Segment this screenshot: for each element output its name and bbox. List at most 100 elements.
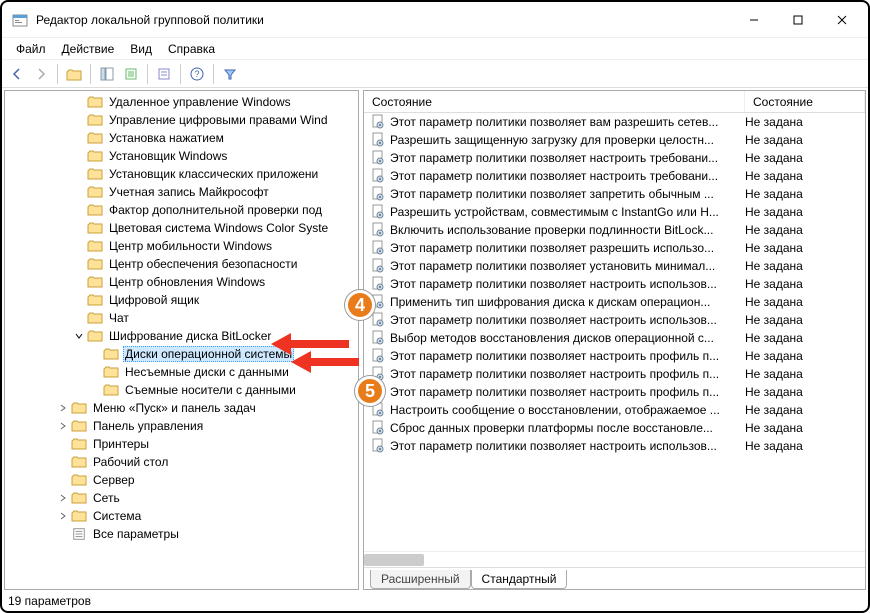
tree-item-label: Сервер	[91, 473, 137, 487]
policy-state: Не задана	[745, 367, 865, 381]
policy-tree[interactable]: Удаленное управление WindowsУправление ц…	[5, 91, 358, 543]
folder-icon	[71, 473, 87, 487]
toggle-spacer	[73, 96, 85, 108]
tree-item[interactable]: Фактор дополнительной проверки под	[5, 201, 358, 219]
horizontal-scrollbar[interactable]	[364, 551, 865, 567]
tree-item[interactable]: Удаленное управление Windows	[5, 93, 358, 111]
tree-item[interactable]: Система	[5, 507, 358, 525]
tree-item[interactable]: Центр мобильности Windows	[5, 237, 358, 255]
list-item[interactable]: Этот параметр политики позволяет установ…	[364, 257, 865, 275]
policy-state: Не задана	[745, 133, 865, 147]
filter-button[interactable]	[219, 63, 241, 85]
policy-list[interactable]: Этот параметр политики позволяет вам раз…	[364, 113, 865, 551]
policy-state: Не задана	[745, 295, 865, 309]
toggle-spacer	[89, 348, 101, 360]
list-item[interactable]: Этот параметр политики позволяет настрои…	[364, 383, 865, 401]
tree-item[interactable]: Меню «Пуск» и панель задач	[5, 399, 358, 417]
list-item[interactable]: Разрешить устройствам, совместимым с Ins…	[364, 203, 865, 221]
list-item[interactable]: Этот параметр политики позволяет запрети…	[364, 185, 865, 203]
list-header[interactable]: Состояние Состояние	[364, 91, 865, 113]
expand-icon[interactable]	[57, 402, 69, 414]
tree-item[interactable]: Принтеры	[5, 435, 358, 453]
show-hide-tree-button[interactable]	[96, 63, 118, 85]
tree-item[interactable]: Установщик классических приложени	[5, 165, 358, 183]
list-item[interactable]: Выбор методов восстановления дисков опер…	[364, 329, 865, 347]
up-button[interactable]	[63, 63, 85, 85]
list-item[interactable]: Этот параметр политики позволяет настрои…	[364, 347, 865, 365]
policy-icon	[370, 222, 386, 238]
toggle-spacer	[73, 186, 85, 198]
tree-item[interactable]: Установка нажатием	[5, 129, 358, 147]
expand-icon[interactable]	[57, 492, 69, 504]
expand-icon[interactable]	[57, 420, 69, 432]
policy-state: Не задана	[745, 205, 865, 219]
help-button[interactable]: ?	[186, 63, 208, 85]
list-item[interactable]: Этот параметр политики позволяет настрои…	[364, 365, 865, 383]
list-item[interactable]: Этот параметр политики позволяет настрои…	[364, 149, 865, 167]
folder-icon	[103, 347, 119, 361]
collapse-icon[interactable]	[73, 330, 85, 342]
list-item[interactable]: Включить использование проверки подлинно…	[364, 221, 865, 239]
tab-extended[interactable]: Расширенный	[370, 570, 471, 589]
policy-name: Этот параметр политики позволяет настрои…	[390, 367, 745, 381]
minimize-button[interactable]	[732, 5, 776, 35]
back-button[interactable]	[6, 63, 28, 85]
policy-state: Не задана	[745, 313, 865, 327]
column-header-name[interactable]: Состояние	[364, 91, 745, 112]
close-button[interactable]	[820, 5, 864, 35]
tree-item[interactable]: Сервер	[5, 471, 358, 489]
properties-button[interactable]	[153, 63, 175, 85]
tree-item[interactable]: Все параметры	[5, 525, 358, 543]
toggle-spacer	[73, 168, 85, 180]
policy-icon	[370, 438, 386, 454]
tree-item-label: Система	[91, 509, 143, 523]
list-item[interactable]: Этот параметр политики позволяет настрои…	[364, 311, 865, 329]
tree-item[interactable]: Центр обновления Windows	[5, 273, 358, 291]
policy-icon	[370, 330, 386, 346]
annotation-badge-4: 4	[345, 290, 375, 320]
export-list-button[interactable]	[120, 63, 142, 85]
tree-item[interactable]: Учетная запись Майкрософт	[5, 183, 358, 201]
tree-item[interactable]: Чат	[5, 309, 358, 327]
tree-item-label: Установщик классических приложени	[107, 167, 320, 181]
tree-item[interactable]: Панель управления	[5, 417, 358, 435]
forward-button[interactable]	[30, 63, 52, 85]
tree-item[interactable]: Центр обеспечения безопасности	[5, 255, 358, 273]
list-item[interactable]: Этот параметр политики позволяет разреши…	[364, 239, 865, 257]
list-item[interactable]: Этот параметр политики позволяет вам раз…	[364, 113, 865, 131]
list-item[interactable]: Разрешить защищенную загрузку для провер…	[364, 131, 865, 149]
list-item[interactable]: Сброс данных проверки платформы после во…	[364, 419, 865, 437]
tree-item[interactable]: Цифровой ящик	[5, 291, 358, 309]
folder-icon	[71, 401, 87, 415]
menu-file[interactable]: Файл	[8, 40, 54, 58]
menu-view[interactable]: Вид	[122, 40, 160, 58]
list-item[interactable]: Применить тип шифрования диска к дискам …	[364, 293, 865, 311]
tab-standard[interactable]: Стандартный	[471, 570, 568, 589]
tree-item[interactable]: Сеть	[5, 489, 358, 507]
tree-item-label: Центр мобильности Windows	[107, 239, 274, 253]
annotation-badge-5: 5	[355, 376, 385, 406]
list-item[interactable]: Этот параметр политики позволяет настрои…	[364, 167, 865, 185]
list-item[interactable]: Этот параметр политики позволяет настрои…	[364, 437, 865, 455]
tree-item[interactable]: Рабочий стол	[5, 453, 358, 471]
folder-icon	[87, 113, 103, 127]
policy-name: Разрешить защищенную загрузку для провер…	[390, 133, 745, 147]
tree-item[interactable]: Управление цифровыми правами Wind	[5, 111, 358, 129]
tree-item[interactable]: Установщик Windows	[5, 147, 358, 165]
toggle-spacer	[73, 204, 85, 216]
menu-action[interactable]: Действие	[54, 40, 123, 58]
menu-help[interactable]: Справка	[160, 40, 223, 58]
tree-item[interactable]: Цветовая система Windows Color Syste	[5, 219, 358, 237]
list-item[interactable]: Этот параметр политики позволяет настрои…	[364, 275, 865, 293]
toggle-spacer	[73, 294, 85, 306]
view-tabs: Расширенный Стандартный	[364, 567, 865, 589]
maximize-button[interactable]	[776, 5, 820, 35]
policy-name: Этот параметр политики позволяет настрои…	[390, 385, 745, 399]
column-header-state[interactable]: Состояние	[745, 91, 865, 112]
list-item[interactable]: Настроить сообщение о восстановлении, от…	[364, 401, 865, 419]
toolbar-separator	[180, 64, 181, 84]
tree-item[interactable]: Съемные носители с данными	[5, 381, 358, 399]
svg-text:?: ?	[194, 69, 199, 79]
folder-icon	[87, 167, 103, 181]
expand-icon[interactable]	[57, 510, 69, 522]
